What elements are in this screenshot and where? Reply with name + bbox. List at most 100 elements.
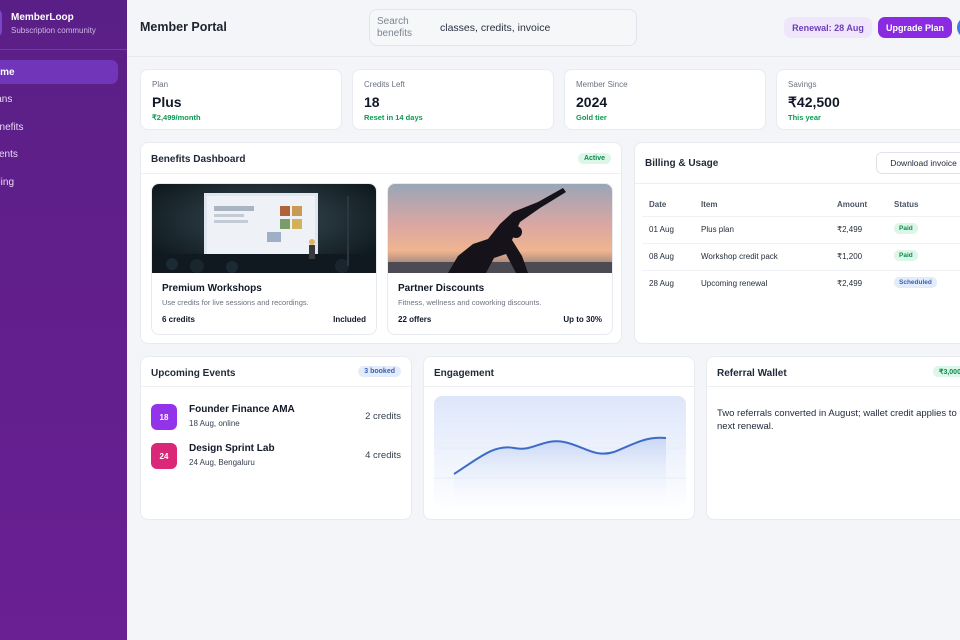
table-row[interactable]: 01 Aug Plus plan ₹2,499 Paid — [642, 216, 960, 243]
brand[interactable]: MemberLoop Subscription community — [0, 9, 96, 37]
stat-card-credits: Credits Left 18 Reset in 14 days — [352, 69, 554, 130]
brand-subtitle: Subscription community — [11, 25, 96, 35]
benefit-tile-title: Partner Discounts — [398, 283, 485, 294]
stat-value: Plus — [152, 94, 182, 110]
cell-item: Workshop credit pack — [701, 252, 778, 261]
cell-date: 01 Aug — [649, 225, 674, 234]
sidebar-item-label: illing — [0, 176, 15, 188]
event-title[interactable]: Design Sprint Lab — [189, 443, 275, 454]
stat-label: Plan — [152, 80, 169, 89]
wallet-balance-badge: ₹3,000 — [933, 366, 960, 377]
active-badge: Active — [577, 153, 611, 164]
search-input[interactable]: Search benefits classes, credits, invoic… — [369, 9, 637, 46]
billing-title: Billing & Usage — [645, 158, 719, 169]
stat-sub: Reset in 14 days — [364, 113, 423, 122]
cell-date: 28 Aug — [649, 279, 674, 288]
stat-sub: Gold tier — [576, 113, 607, 122]
stat-card-plan: Plan Plus ₹2,499/month — [140, 69, 342, 130]
search-value[interactable]: classes, credits, invoice — [440, 22, 550, 34]
cell-amount: ₹1,200 — [837, 252, 863, 261]
benefits-title: Benefits Dashboard — [151, 154, 246, 165]
stat-label: Credits Left — [364, 80, 405, 89]
card-divider — [635, 183, 960, 184]
referral-description: Two referrals converted in August; walle… — [717, 408, 957, 432]
sidebar-item-benefits[interactable]: enefits — [0, 115, 127, 139]
sidebar-item-label: vents — [0, 149, 18, 160]
benefit-tile-desc: Use credits for live sessions and record… — [162, 298, 309, 307]
sidebar-divider — [0, 49, 127, 50]
stat-value: ₹42,500 — [788, 94, 840, 110]
event-subtitle: 24 Aug, Bengaluru — [189, 458, 255, 467]
status-badge: Paid — [894, 250, 918, 261]
sidebar-item-label: ome — [0, 66, 15, 78]
sidebar-item-home[interactable]: ome — [0, 60, 118, 84]
workshop-image — [152, 184, 376, 273]
benefit-tile-count: 6 credits — [162, 315, 195, 324]
sidebar-item-label: lans — [0, 94, 13, 105]
booked-badge: 3 booked — [358, 366, 401, 377]
sidebar: MemberLoop Subscription community ome la… — [0, 0, 127, 640]
sidebar-item-label: enefits — [0, 121, 24, 133]
referral-title: Referral Wallet — [717, 368, 787, 379]
card-divider — [707, 386, 960, 387]
card-divider — [141, 386, 411, 387]
page-title: Member Portal — [140, 20, 227, 34]
event-date-badge: 24 — [151, 443, 177, 469]
event-subtitle: 18 Aug, online — [189, 419, 240, 428]
brand-logo-icon — [0, 9, 2, 37]
stat-value: 2024 — [576, 94, 608, 110]
column-header-amount: Amount — [837, 200, 868, 209]
engagement-chart — [434, 396, 686, 512]
event-credits: 2 credits — [365, 411, 401, 422]
cell-amount: ₹2,499 — [837, 225, 863, 234]
sidebar-nav: ome lans enefits vents illing — [0, 60, 127, 198]
stat-sub: This year — [788, 113, 821, 122]
column-header-date: Date — [649, 200, 667, 209]
cell-item: Upcoming renewal — [701, 279, 768, 288]
benefit-tile-workshops[interactable]: Premium Workshops Use credits for live s… — [151, 183, 377, 335]
engagement-card: Engagement — [423, 356, 695, 520]
header-divider — [127, 56, 960, 57]
stat-card-member-since: Member Since 2024 Gold tier — [564, 69, 766, 130]
status-badge: Paid — [894, 223, 918, 234]
card-divider — [141, 173, 621, 174]
download-invoice-button[interactable]: Download invoice — [876, 152, 960, 174]
upgrade-plan-button[interactable]: Upgrade Plan — [878, 17, 952, 38]
card-divider — [424, 386, 694, 387]
benefit-tile-desc: Fitness, wellness and coworking discount… — [398, 298, 542, 307]
column-header-item: Item — [701, 200, 718, 209]
brand-name: MemberLoop — [11, 11, 74, 23]
stat-value: 18 — [364, 94, 380, 110]
cell-date: 08 Aug — [649, 252, 674, 261]
sidebar-item-events[interactable]: vents — [0, 143, 127, 167]
sidebar-item-plans[interactable]: lans — [0, 88, 127, 112]
search-placeholder: Search benefits — [377, 15, 413, 39]
stat-card-savings: Savings ₹42,500 This year — [776, 69, 960, 130]
status-badge: Scheduled — [894, 277, 937, 288]
table-row[interactable]: 08 Aug Workshop credit pack ₹1,200 Paid — [642, 243, 960, 270]
partner-discounts-image — [388, 184, 612, 273]
referral-wallet: Referral Wallet ₹3,000 Two referrals con… — [706, 356, 960, 520]
stat-label: Member Since — [576, 80, 628, 89]
benefit-tile-discounts[interactable]: Partner Discounts Fitness, wellness and … — [387, 183, 613, 335]
benefit-tile-note: Up to 30% — [563, 315, 602, 324]
event-credits: 4 credits — [365, 450, 401, 461]
billing-usage: Billing & Usage Download invoice Date It… — [634, 142, 960, 344]
benefit-tile-count: 22 offers — [398, 315, 432, 324]
stat-label: Savings — [788, 80, 817, 89]
engagement-title: Engagement — [434, 368, 495, 379]
column-header-status: Status — [894, 200, 919, 209]
events-title: Upcoming Events — [151, 368, 236, 379]
benefit-tile-note: Included — [333, 315, 366, 324]
renewal-badge: Renewal: 28 Aug — [784, 17, 872, 38]
benefits-dashboard: Benefits Dashboard Active Premium Worksh… — [140, 142, 622, 344]
stat-sub: ₹2,499/month — [152, 113, 201, 122]
event-title[interactable]: Founder Finance AMA — [189, 404, 295, 415]
cell-item: Plus plan — [701, 225, 734, 234]
table-row[interactable]: 28 Aug Upcoming renewal ₹2,499 Scheduled — [642, 270, 960, 297]
sidebar-item-billing[interactable]: illing — [0, 170, 127, 194]
event-date-badge: 18 — [151, 404, 177, 430]
benefit-tile-title: Premium Workshops — [162, 283, 262, 294]
upcoming-events: Upcoming Events 3 booked 18 Founder Fina… — [140, 356, 412, 520]
cell-amount: ₹2,499 — [837, 279, 863, 288]
